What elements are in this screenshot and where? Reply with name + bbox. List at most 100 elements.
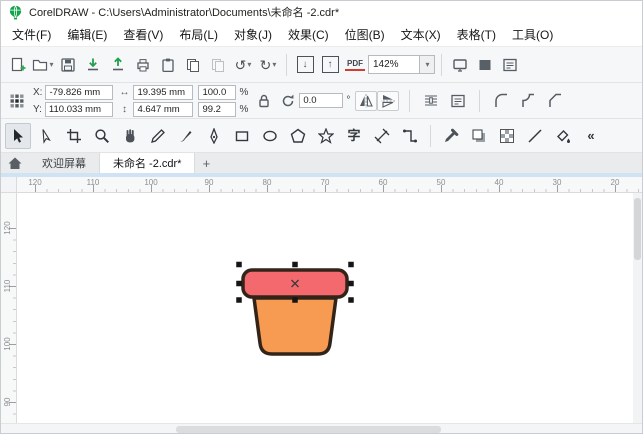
common-shapes-tool[interactable] [313,123,339,149]
menu-bar: 文件(F) 编辑(E) 查看(V) 布局(L) 对象(J) 效果(C) 位图(B… [1,23,642,47]
vertical-scrollbar-thumb[interactable] [634,198,641,260]
rectangle-tool[interactable] [229,123,255,149]
selection-handle-middle-left[interactable] [236,280,242,287]
selection-handle-middle-right[interactable] [348,280,354,287]
connector-icon [402,128,418,144]
mirror-vertical-button[interactable] [377,90,400,111]
copy-button[interactable] [181,52,205,78]
copy-icon [185,57,201,73]
polygon-tool[interactable] [285,123,311,149]
menu-item-table[interactable]: 表格(T) [449,23,504,46]
paste-button[interactable] [156,52,180,78]
chevron-down-icon: ▾ [49,60,54,69]
color-eyedropper-tool[interactable] [438,123,464,149]
pan-tool[interactable] [117,123,143,149]
save-button[interactable] [56,52,80,78]
transparency-tool[interactable] [494,123,520,149]
menu-item-layout[interactable]: 布局(L) [171,23,226,46]
vertical-scrollbar[interactable] [633,193,642,423]
toolbar-separator [441,53,442,76]
ellipse-icon [262,128,278,144]
open-document-button[interactable]: ▾ [31,52,55,78]
interactive-fill-tool[interactable] [550,123,576,149]
selection-handle-bottom-left[interactable] [236,297,242,303]
menu-item-text[interactable]: 文本(X) [393,23,449,46]
chevron-down-icon[interactable]: ▾ [247,60,251,69]
text-tool[interactable]: 字 [341,123,367,149]
duplicate-button [206,52,230,78]
pick-tool[interactable] [5,122,31,149]
mirror-horizontal-button[interactable] [355,90,378,111]
rotation-angle-field[interactable] [299,93,344,108]
pen-tool[interactable] [201,123,227,149]
zoom-dropdown-button[interactable]: ▾ [420,55,435,74]
drop-shadow-tool[interactable] [466,123,492,149]
ellipse-tool[interactable] [257,123,283,149]
horizontal-scrollbar-thumb[interactable] [176,426,441,433]
selection-handle-top-center[interactable] [292,261,298,268]
tab-welcome-screen[interactable]: 欢迎屏幕 [29,153,100,173]
y-position-field[interactable] [44,101,113,117]
horizontal-scrollbar[interactable] [1,423,642,433]
horizontal-ruler[interactable]: 120 110 100 90 80 70 60 50 40 30 20 [17,177,642,193]
scalloped-corner-button[interactable] [517,89,539,113]
print-button[interactable] [131,52,155,78]
dimension-tool[interactable] [369,123,395,149]
export-button[interactable]: ↑ [318,52,342,78]
title-bar: CorelDRAW - C:\Users\Administrator\Docum… [1,1,642,23]
object-properties-button[interactable] [447,89,469,113]
selection-handle-top-right[interactable] [348,261,354,268]
lock-ratio-button[interactable] [253,89,275,113]
round-corner-button[interactable] [490,89,512,113]
chamfered-corner-button[interactable] [544,89,566,113]
selection-handle-bottom-center[interactable] [292,297,298,303]
outline-pen-tool[interactable] [522,123,548,149]
shape-tool[interactable] [33,123,59,149]
new-tab-button[interactable]: + [195,153,217,173]
rectangle-icon [234,128,250,144]
vertical-ruler[interactable]: 120 110 100 90 [1,193,17,423]
scale-y-field[interactable] [198,101,237,117]
ruler-label: 120 [3,221,12,235]
zoom-level-input[interactable] [368,55,420,74]
menu-item-object[interactable]: 对象(J) [226,23,280,46]
undo-button[interactable]: ↺ ▾ [231,52,255,78]
save-to-cloud-button[interactable] [106,52,130,78]
selection-handle-top-left[interactable] [236,261,242,268]
artistic-media-tool[interactable] [173,123,199,149]
menu-item-tools[interactable]: 工具(O) [504,23,561,46]
show-rulers-button[interactable] [473,52,497,78]
toolbox-overflow-button[interactable]: « [578,123,604,149]
x-position-field[interactable] [45,84,114,100]
options-button[interactable] [498,52,522,78]
clipboard-icon [160,57,176,73]
connector-tool[interactable] [397,123,423,149]
drawing-canvas[interactable] [17,193,633,423]
import-button[interactable]: ↓ [293,52,317,78]
property-bar: X: Y: ↔ ↕ % % ° [1,83,642,119]
redo-button[interactable]: ↻ ▾ [256,52,280,78]
freehand-tool[interactable] [145,123,171,149]
chevron-down-icon[interactable]: ▾ [272,60,276,69]
object-width-field[interactable] [133,84,194,100]
zoom-tool[interactable] [89,123,115,149]
menu-item-effects[interactable]: 效果(C) [280,23,337,46]
object-height-field[interactable] [133,101,194,117]
scale-x-field[interactable] [198,84,237,100]
wrap-text-button[interactable] [420,89,442,113]
publish-pdf-button[interactable]: PDF [343,52,367,78]
tab-untitled-document[interactable]: 未命名 -2.cdr* [100,153,196,173]
welcome-home-button[interactable] [1,153,29,173]
ruler-label: 110 [3,279,12,293]
menu-item-view[interactable]: 查看(V) [115,23,171,46]
menu-item-edit[interactable]: 编辑(E) [59,23,115,46]
crop-tool[interactable] [61,123,87,149]
flower-pot-body[interactable] [252,296,338,356]
fullscreen-preview-button[interactable] [448,52,472,78]
menu-item-file[interactable]: 文件(F) [4,23,59,46]
selection-handle-bottom-right[interactable] [348,297,354,303]
open-from-cloud-button[interactable] [81,52,105,78]
object-origin-button [6,89,28,113]
menu-item-bitmaps[interactable]: 位图(B) [337,23,393,46]
new-document-button[interactable] [6,52,30,78]
